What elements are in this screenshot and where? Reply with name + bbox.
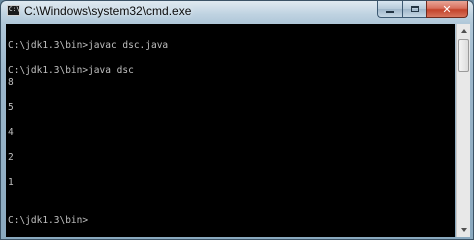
cmd-icon[interactable]: C:\ bbox=[7, 5, 20, 16]
console-line: 4 bbox=[8, 127, 14, 138]
console-line: 5 bbox=[8, 102, 14, 113]
console-line: 1 bbox=[8, 177, 14, 188]
minimize-icon bbox=[386, 11, 394, 13]
console-line: C:\jdk1.3\bin>java dsc bbox=[8, 64, 134, 76]
console-line: C:\jdk1.3\bin> bbox=[8, 214, 89, 226]
console-line: 8 bbox=[8, 77, 14, 88]
maximize-button[interactable] bbox=[402, 1, 426, 18]
close-button[interactable]: ✕ bbox=[426, 1, 468, 18]
vertical-scrollbar[interactable] bbox=[456, 24, 470, 237]
scroll-up-button[interactable] bbox=[457, 24, 470, 38]
console-lines: C:\jdk1.3\bin>javac dsc.java C:\jdk1.3\b… bbox=[8, 27, 168, 227]
cmd-window: C:\ C:\Windows\system32\cmd.exe ✕ C:\jdk… bbox=[0, 0, 474, 240]
cmd-icon-prompt: C:\ bbox=[9, 6, 20, 13]
close-icon: ✕ bbox=[442, 2, 452, 16]
chevron-up-icon bbox=[460, 29, 467, 33]
window-title: C:\Windows\system32\cmd.exe bbox=[24, 4, 192, 18]
maximize-icon bbox=[410, 6, 419, 12]
scroll-down-button[interactable] bbox=[457, 223, 470, 237]
chevron-down-icon bbox=[460, 228, 467, 232]
console-line: C:\jdk1.3\bin>javac dsc.java bbox=[8, 39, 169, 51]
console-line: 2 bbox=[8, 152, 14, 163]
scroll-thumb[interactable] bbox=[458, 39, 469, 72]
title-bar[interactable]: C:\ C:\Windows\system32\cmd.exe ✕ bbox=[1, 1, 473, 23]
console-output[interactable]: C:\jdk1.3\bin>javac dsc.java C:\jdk1.3\b… bbox=[6, 24, 455, 237]
caption-buttons: ✕ bbox=[377, 1, 468, 19]
minimize-button[interactable] bbox=[377, 1, 402, 18]
